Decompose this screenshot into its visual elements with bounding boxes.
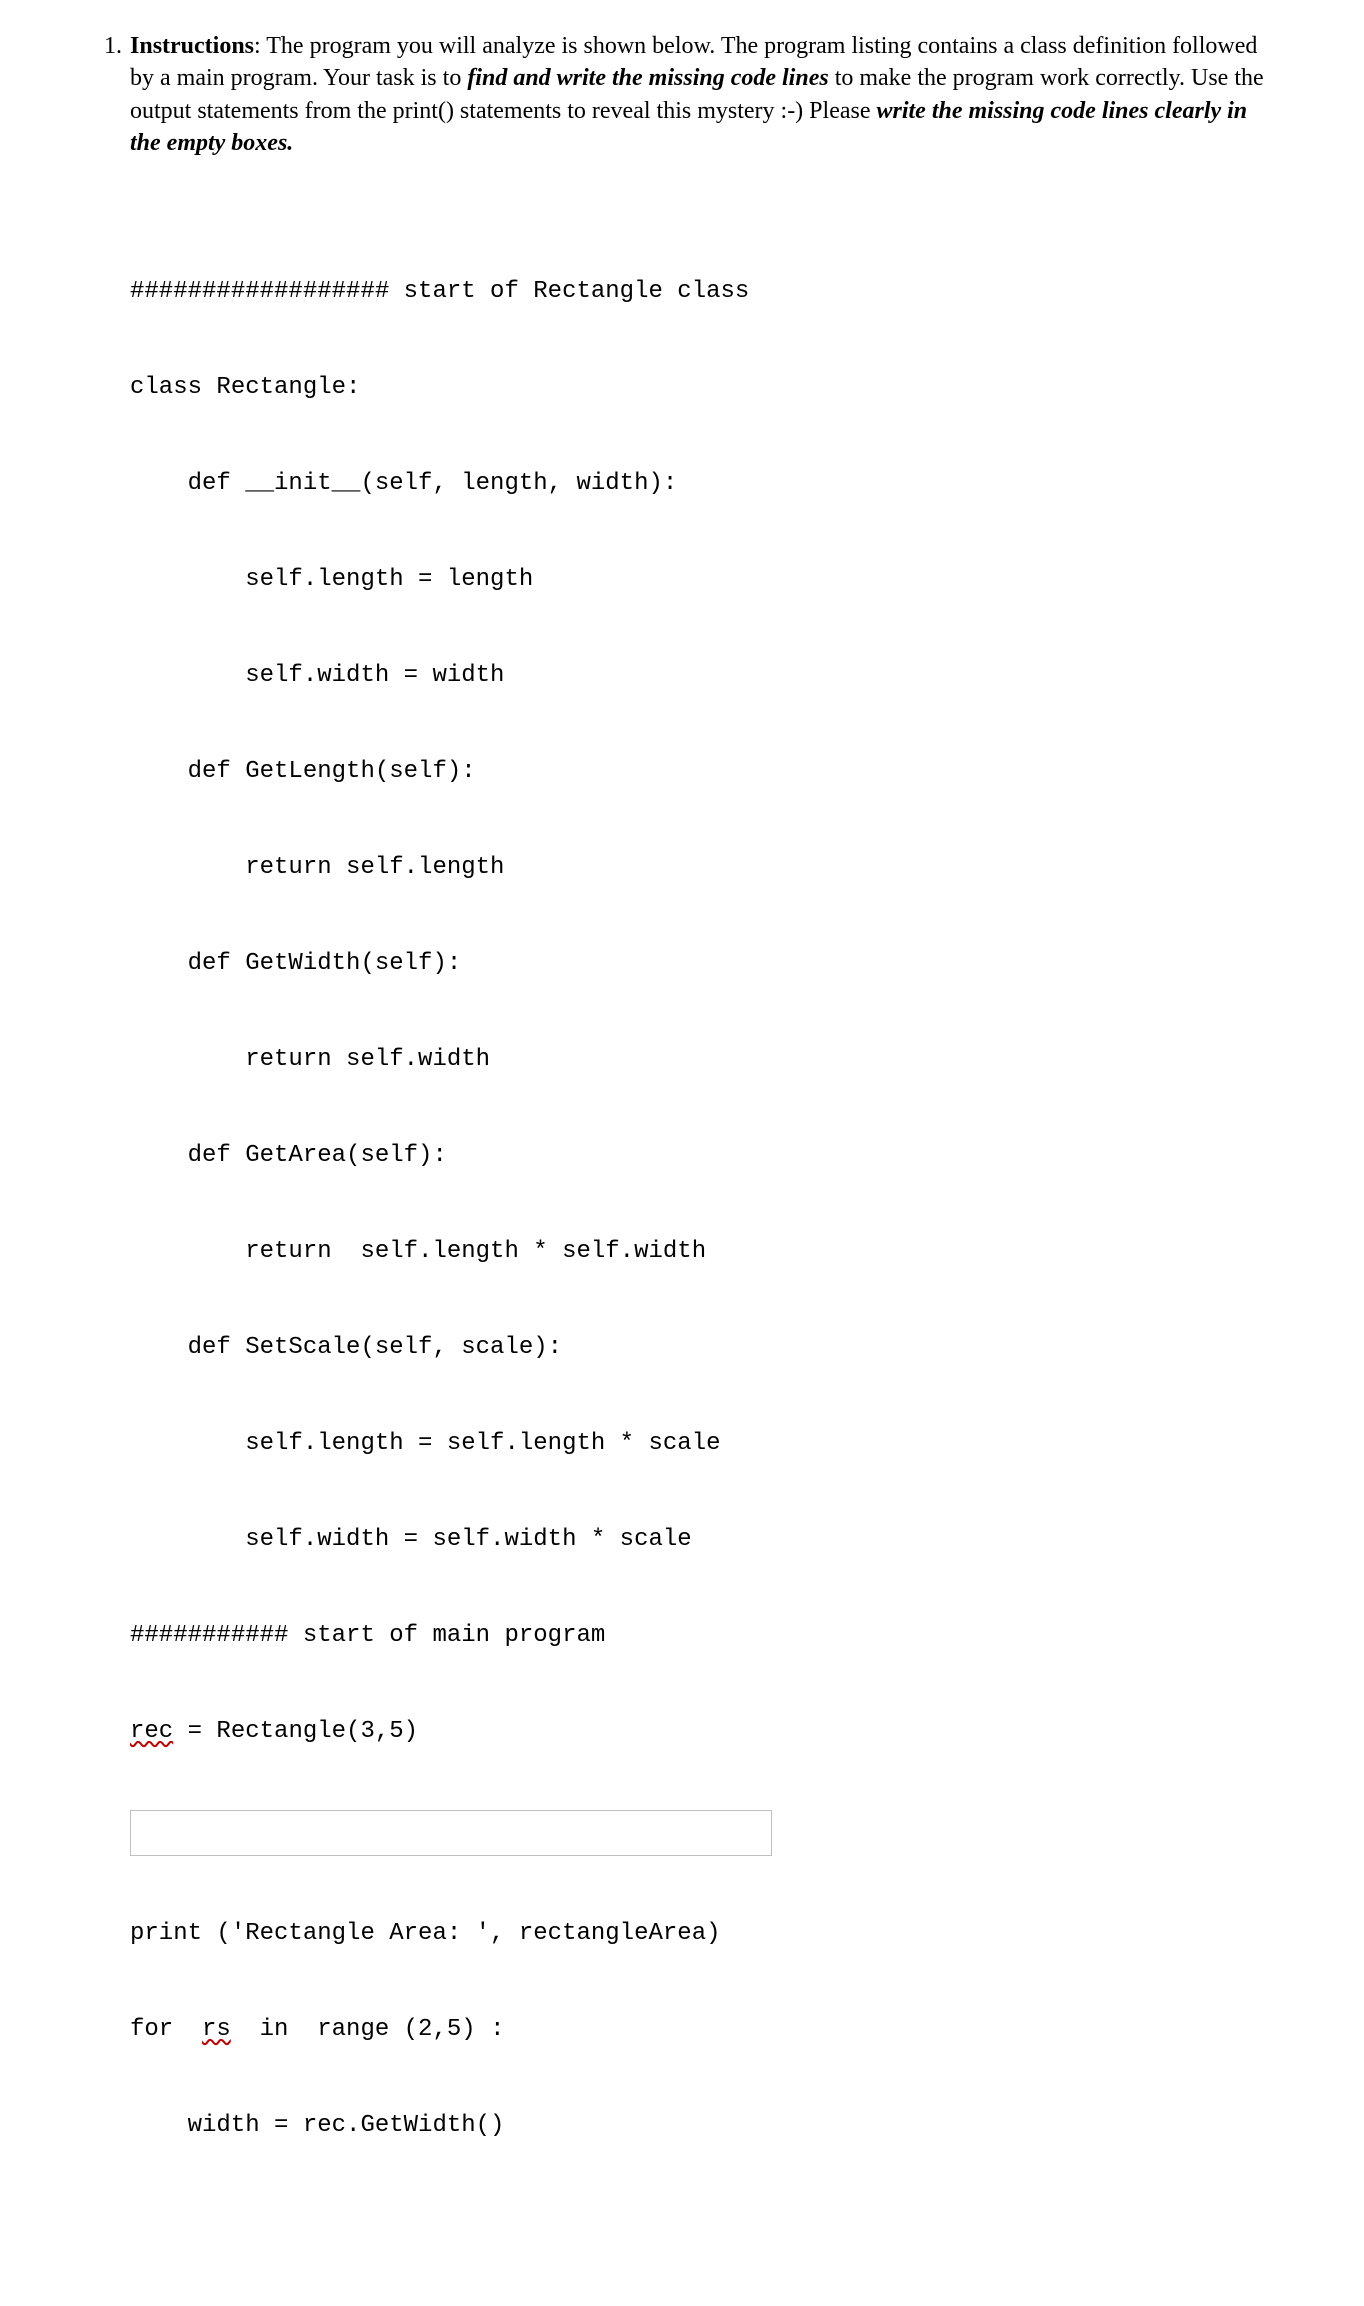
code-line: return self.length * self.width — [130, 1228, 1274, 1276]
code-line: def GetLength(self): — [130, 748, 1274, 796]
code-line: self.length = self.length * scale — [130, 1420, 1274, 1468]
code-line: print ('Rectangle Area: ', rectangleArea… — [130, 1910, 1274, 1958]
code-line: class Rectangle: — [130, 364, 1274, 412]
code-line: def GetWidth(self): — [130, 940, 1274, 988]
instructions-emph-1: find and write the missing code lines — [467, 65, 828, 91]
code-line: return self.length — [130, 844, 1274, 892]
code-line: return self.width — [130, 1036, 1274, 1084]
instructions-label: Instructions — [130, 33, 254, 59]
squiggle-rec: rec — [130, 1718, 173, 1745]
code-line: width = rec.GetWidth() — [130, 2102, 1274, 2150]
code-line: self.width = width — [130, 652, 1274, 700]
code-line: ########### start of main program — [130, 1612, 1274, 1660]
squiggle-rs: rs — [202, 2016, 231, 2043]
code-line: for rs in range (2,5) : — [130, 2006, 1274, 2054]
answer-box-line — [130, 1804, 1274, 1862]
code-listing: ################## start of Rectangle cl… — [130, 220, 1274, 2246]
code-line: def __init__(self, length, width): — [130, 460, 1274, 508]
instructions-sep: : — [254, 33, 266, 59]
code-text: in range (2,5) : — [231, 2016, 505, 2043]
code-text: = Rectangle(3,5) — [173, 1718, 418, 1745]
answer-box[interactable] — [130, 1810, 772, 1856]
code-line: self.length = length — [130, 556, 1274, 604]
code-line: def SetScale(self, scale): — [130, 1324, 1274, 1372]
code-line: rec = Rectangle(3,5) — [130, 1708, 1274, 1756]
question-body: Instructions: The program you will analy… — [130, 30, 1274, 160]
page-container: 1. Instructions: The program you will an… — [0, 0, 1364, 2306]
code-line: ################## start of Rectangle cl… — [130, 268, 1274, 316]
code-line: def GetArea(self): — [130, 1132, 1274, 1180]
code-line: self.width = self.width * scale — [130, 1516, 1274, 1564]
code-text: for — [130, 2016, 202, 2043]
question-block: 1. Instructions: The program you will an… — [100, 30, 1274, 160]
question-number: 1. — [100, 30, 122, 62]
